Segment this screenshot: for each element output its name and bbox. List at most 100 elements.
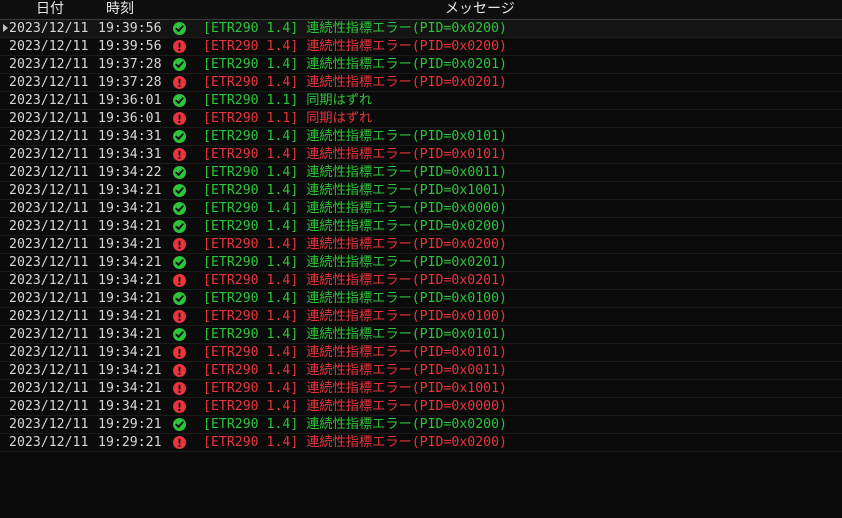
row-message: [ETR290 1.4] 連続性指標エラー(PID=0x0200) bbox=[203, 219, 507, 234]
row-time: 19:34:21 bbox=[98, 345, 162, 360]
row-time: 19:34:31 bbox=[98, 147, 162, 162]
table-row[interactable]: 2023/12/11 19:34:31 [ETR290 1.4] 連続性指標エラー(… bbox=[0, 128, 842, 146]
row-date: 2023/12/11 bbox=[9, 399, 89, 414]
table-row[interactable]: 2023/12/11 19:36:01 [ETR290 1.1] 同期はずれ bbox=[0, 92, 842, 110]
row-date: 2023/12/11 bbox=[9, 345, 89, 360]
log-table-header: 日付 時刻 メッセージ bbox=[0, 0, 842, 20]
row-message: [ETR290 1.4] 連続性指標エラー(PID=0x0100) bbox=[203, 309, 507, 324]
row-time: 19:34:21 bbox=[98, 273, 162, 288]
row-date: 2023/12/11 bbox=[9, 183, 89, 198]
row-date: 2023/12/11 bbox=[9, 417, 89, 432]
row-time: 19:34:21 bbox=[98, 381, 162, 396]
table-row[interactable]: 2023/12/11 19:34:21 [ETR290 1.4] 連続性指標エラー(… bbox=[0, 290, 842, 308]
row-message: [ETR290 1.1] 同期はずれ bbox=[203, 93, 373, 108]
exclamation-circle-icon bbox=[173, 76, 186, 89]
row-message: [ETR290 1.1] 同期はずれ bbox=[203, 111, 373, 126]
row-date: 2023/12/11 bbox=[9, 309, 89, 324]
row-message: [ETR290 1.4] 連続性指標エラー(PID=0x0011) bbox=[203, 363, 507, 378]
exclamation-circle-icon bbox=[173, 346, 186, 359]
table-row[interactable]: 2023/12/11 19:34:21 [ETR290 1.4] 連続性指標エラー(… bbox=[0, 308, 842, 326]
table-row[interactable]: 2023/12/11 19:34:21 [ETR290 1.4] 連続性指標エラー(… bbox=[0, 200, 842, 218]
row-time: 19:39:56 bbox=[98, 39, 162, 54]
row-date: 2023/12/11 bbox=[9, 327, 89, 342]
table-row[interactable]: 2023/12/11 19:39:56 [ETR290 1.4] 連続性指標エラー(… bbox=[0, 38, 842, 56]
row-time: 19:34:21 bbox=[98, 327, 162, 342]
row-time: 19:29:21 bbox=[98, 417, 162, 432]
table-row[interactable]: 2023/12/11 19:29:21 [ETR290 1.4] 連続性指標エラー(… bbox=[0, 416, 842, 434]
table-row[interactable]: 2023/12/11 19:36:01 [ETR290 1.1] 同期はずれ bbox=[0, 110, 842, 128]
check-circle-icon bbox=[173, 58, 186, 71]
row-time: 19:36:01 bbox=[98, 93, 162, 108]
row-date: 2023/12/11 bbox=[9, 201, 89, 216]
row-message: [ETR290 1.4] 連続性指標エラー(PID=0x1001) bbox=[203, 381, 507, 396]
table-row[interactable]: 2023/12/11 19:34:22 [ETR290 1.4] 連続性指標エラー(… bbox=[0, 164, 842, 182]
log-table-body: 2023/12/11 19:39:56 [ETR290 1.4] 連続性指標エラー(… bbox=[0, 20, 842, 452]
table-row[interactable]: 2023/12/11 19:37:28 [ETR290 1.4] 連続性指標エラー(… bbox=[0, 74, 842, 92]
check-circle-icon bbox=[173, 184, 186, 197]
row-date: 2023/12/11 bbox=[9, 435, 89, 450]
column-header-date[interactable]: 日付 bbox=[36, 0, 64, 18]
exclamation-circle-icon bbox=[173, 310, 186, 323]
exclamation-circle-icon bbox=[173, 148, 186, 161]
check-circle-icon bbox=[173, 328, 186, 341]
row-message: [ETR290 1.4] 連続性指標エラー(PID=0x0200) bbox=[203, 237, 507, 252]
row-message: [ETR290 1.4] 連続性指標エラー(PID=0x0200) bbox=[203, 435, 507, 450]
table-row[interactable]: 2023/12/11 19:34:31 [ETR290 1.4] 連続性指標エラー(… bbox=[0, 146, 842, 164]
row-time: 19:34:21 bbox=[98, 183, 162, 198]
table-row[interactable]: 2023/12/11 19:34:21 [ETR290 1.4] 連続性指標エラー(… bbox=[0, 344, 842, 362]
row-date: 2023/12/11 bbox=[9, 237, 89, 252]
row-time: 19:36:01 bbox=[98, 111, 162, 126]
row-time: 19:34:21 bbox=[98, 399, 162, 414]
table-row[interactable]: 2023/12/11 19:29:21 [ETR290 1.4] 連続性指標エラー(… bbox=[0, 434, 842, 452]
row-time: 19:34:21 bbox=[98, 219, 162, 234]
row-time: 19:37:28 bbox=[98, 57, 162, 72]
table-row[interactable]: 2023/12/11 19:39:56 [ETR290 1.4] 連続性指標エラー(… bbox=[0, 20, 842, 38]
row-date: 2023/12/11 bbox=[9, 39, 89, 54]
row-time: 19:34:21 bbox=[98, 255, 162, 270]
row-message: [ETR290 1.4] 連続性指標エラー(PID=0x0201) bbox=[203, 75, 507, 90]
exclamation-circle-icon bbox=[173, 436, 186, 449]
row-time: 19:39:56 bbox=[98, 21, 162, 36]
column-header-message[interactable]: メッセージ bbox=[445, 0, 515, 18]
exclamation-circle-icon bbox=[173, 112, 186, 125]
row-time: 19:34:21 bbox=[98, 291, 162, 306]
exclamation-circle-icon bbox=[173, 274, 186, 287]
row-message: [ETR290 1.4] 連続性指標エラー(PID=0x0200) bbox=[203, 417, 507, 432]
row-message: [ETR290 1.4] 連続性指標エラー(PID=0x1001) bbox=[203, 183, 507, 198]
row-message: [ETR290 1.4] 連続性指標エラー(PID=0x0201) bbox=[203, 57, 507, 72]
table-row[interactable]: 2023/12/11 19:34:21 [ETR290 1.4] 連続性指標エラー(… bbox=[0, 398, 842, 416]
table-row[interactable]: 2023/12/11 19:34:21 [ETR290 1.4] 連続性指標エラー(… bbox=[0, 272, 842, 290]
exclamation-circle-icon bbox=[173, 238, 186, 251]
row-message: [ETR290 1.4] 連続性指標エラー(PID=0x0101) bbox=[203, 147, 507, 162]
row-message: [ETR290 1.4] 連続性指標エラー(PID=0x0000) bbox=[203, 399, 507, 414]
table-row[interactable]: 2023/12/11 19:34:21 [ETR290 1.4] 連続性指標エラー(… bbox=[0, 254, 842, 272]
row-date: 2023/12/11 bbox=[9, 255, 89, 270]
row-date: 2023/12/11 bbox=[9, 291, 89, 306]
row-date: 2023/12/11 bbox=[9, 75, 89, 90]
table-row[interactable]: 2023/12/11 19:34:21 [ETR290 1.4] 連続性指標エラー(… bbox=[0, 380, 842, 398]
row-date: 2023/12/11 bbox=[9, 219, 89, 234]
check-circle-icon bbox=[173, 94, 186, 107]
check-circle-icon bbox=[173, 256, 186, 269]
row-message: [ETR290 1.4] 連続性指標エラー(PID=0x0011) bbox=[203, 165, 507, 180]
row-date: 2023/12/11 bbox=[9, 165, 89, 180]
table-row[interactable]: 2023/12/11 19:34:21 [ETR290 1.4] 連続性指標エラー(… bbox=[0, 362, 842, 380]
table-row[interactable]: 2023/12/11 19:34:21 [ETR290 1.4] 連続性指標エラー(… bbox=[0, 236, 842, 254]
row-message: [ETR290 1.4] 連続性指標エラー(PID=0x0100) bbox=[203, 291, 507, 306]
row-time: 19:29:21 bbox=[98, 435, 162, 450]
row-message: [ETR290 1.4] 連続性指標エラー(PID=0x0101) bbox=[203, 327, 507, 342]
row-date: 2023/12/11 bbox=[9, 93, 89, 108]
exclamation-circle-icon bbox=[173, 400, 186, 413]
check-circle-icon bbox=[173, 220, 186, 233]
column-header-time[interactable]: 時刻 bbox=[106, 0, 134, 18]
row-time: 19:34:31 bbox=[98, 129, 162, 144]
row-time: 19:34:22 bbox=[98, 165, 162, 180]
table-row[interactable]: 2023/12/11 19:37:28 [ETR290 1.4] 連続性指標エラー(… bbox=[0, 56, 842, 74]
table-row[interactable]: 2023/12/11 19:34:21 [ETR290 1.4] 連続性指標エラー(… bbox=[0, 326, 842, 344]
table-row[interactable]: 2023/12/11 19:34:21 [ETR290 1.4] 連続性指標エラー(… bbox=[0, 218, 842, 236]
check-circle-icon bbox=[173, 292, 186, 305]
table-row[interactable]: 2023/12/11 19:34:21 [ETR290 1.4] 連続性指標エラー(… bbox=[0, 182, 842, 200]
check-circle-icon bbox=[173, 130, 186, 143]
exclamation-circle-icon bbox=[173, 364, 186, 377]
row-selected-indicator-icon bbox=[3, 24, 8, 32]
